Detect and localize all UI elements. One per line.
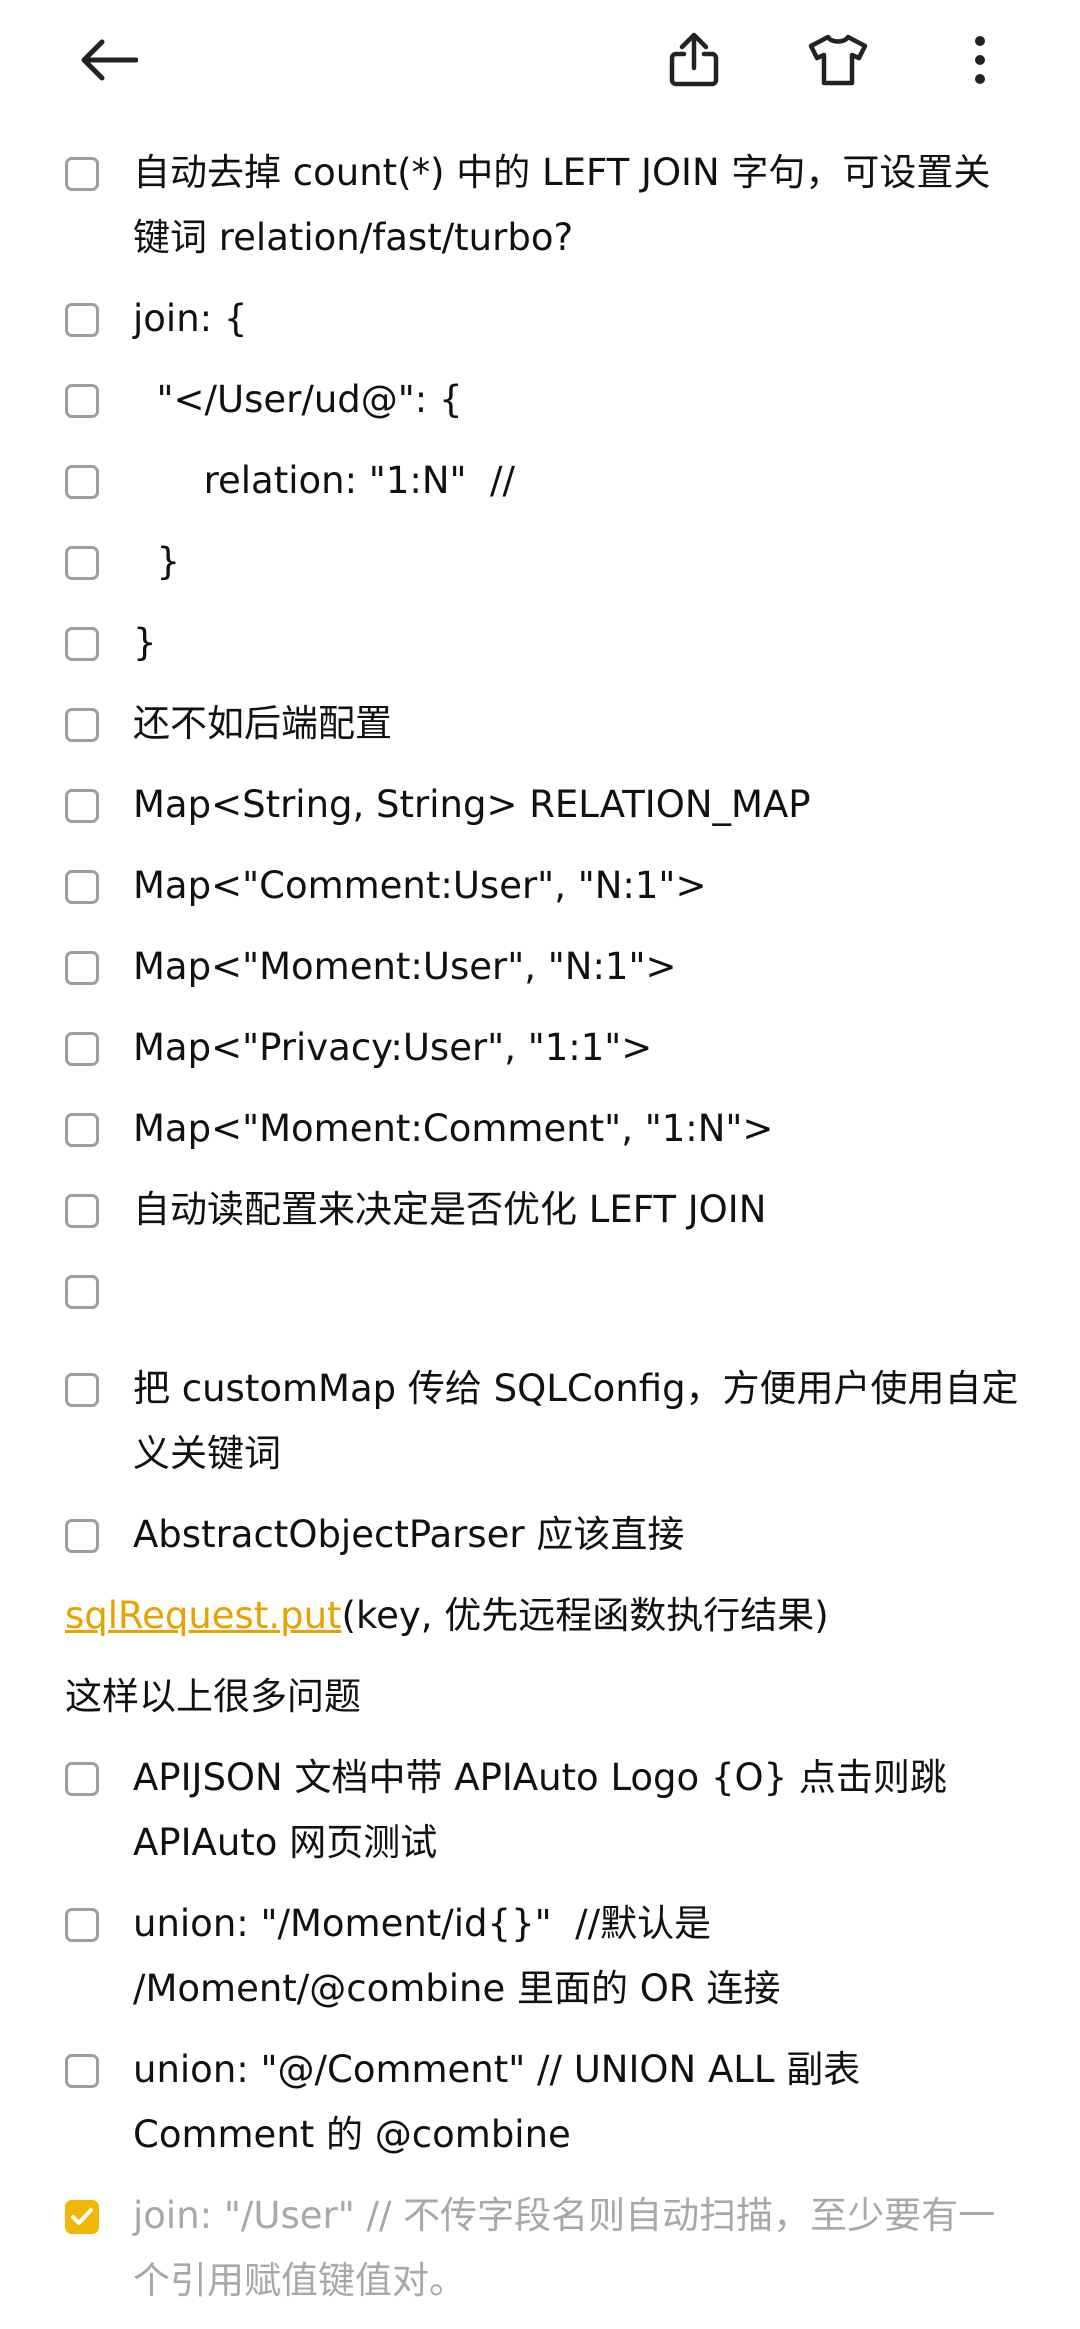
checklist-item-text[interactable]: union: "@/Comment" // UNION ALL 副表Commen… [133,2048,860,2156]
plain-text-rest: (key, 优先远程函数执行结果) [341,1594,829,1637]
checklist-item: Map<String, String> RELATION_MAP [0,772,1080,837]
checklist-item-text[interactable]: Map<String, String> RELATION_MAP [133,783,811,826]
checkbox[interactable] [65,951,99,985]
checklist-item-text[interactable]: } [133,540,181,583]
link-sqlrequest-put[interactable]: sqlRequest.put [65,1594,342,1637]
checklist-section-1: 自动去掉 count(*) 中的 LEFT JOIN 字句，可设置关键词 rel… [0,140,1080,1567]
checkbox[interactable] [65,546,99,580]
checklist-item: } [0,529,1080,594]
checklist-item-text[interactable]: Map<"Moment:User", "N:1"> [133,945,677,988]
checklist-item: "</User/ud@": { [0,367,1080,432]
checklist-item: Map<"Moment:Comment", "1:N"> [0,1096,1080,1161]
checkbox[interactable] [65,303,99,337]
checkbox[interactable] [65,1032,99,1066]
more-vertical-icon[interactable] [944,24,1016,96]
checklist-item: Map<"Moment:User", "N:1"> [0,934,1080,999]
checklist-item: 把 customMap 传给 SQLConfig，方便用户使用自定义关键词 [0,1356,1080,1486]
checklist-item: } [0,610,1080,675]
checkbox[interactable] [65,2054,99,2088]
checklist-item: Map<"Comment:User", "N:1"> [0,853,1080,918]
checkbox[interactable] [65,1194,99,1228]
checkbox[interactable] [65,627,99,661]
checklist-item-text[interactable]: 自动读配置来决定是否优化 LEFT JOIN [133,1188,766,1231]
checklist-item-text[interactable]: } [133,621,157,664]
checkbox[interactable] [65,1373,99,1407]
arrow-left-icon[interactable] [72,24,144,96]
checklist-item-text[interactable]: relation: "1:N" // [133,459,515,502]
checkbox[interactable] [65,384,99,418]
checkbox[interactable] [65,157,99,191]
checklist-item-text[interactable]: 还不如后端配置 [133,702,392,745]
checkbox[interactable] [65,1113,99,1147]
checkbox[interactable] [65,708,99,742]
top-toolbar [0,0,1080,120]
checklist-item-text[interactable]: Map<"Moment:Comment", "1:N"> [133,1107,773,1150]
checkbox[interactable] [65,1908,99,1942]
checklist-item: Map<"Privacy:User", "1:1"> [0,1015,1080,1080]
share-icon[interactable] [658,24,730,96]
checklist-item: union: "/Moment/id{}" //默认是 /Moment/@com… [0,1891,1080,2021]
checklist-item: join: "/User" // 不传字段名则自动扫描，至少要有一个引用赋值键值… [0,2183,1080,2313]
plain-text-line-2: 这样以上很多问题 [65,1675,361,1718]
checklist-item: 还不如后端配置 [0,691,1080,756]
checkbox[interactable] [65,1762,99,1796]
checklist-item-text[interactable]: union: "/Moment/id{}" //默认是 /Moment/@com… [133,1902,780,2010]
checklist-item: join: { [0,286,1080,351]
checklist-item: union: "@/Comment" // UNION ALL 副表Commen… [0,2037,1080,2167]
checklist-item-text[interactable]: join: { [133,297,247,340]
tshirt-icon[interactable] [802,24,874,96]
checklist-item-text[interactable]: 自动去掉 count(*) 中的 LEFT JOIN 字句，可设置关键词 rel… [133,151,990,259]
checkbox[interactable] [65,870,99,904]
checklist-item: 自动去掉 count(*) 中的 LEFT JOIN 字句，可设置关键词 rel… [0,140,1080,270]
checklist-section-2: APIJSON 文档中带 APIAuto Logo {O} 点击则跳APIAut… [0,1745,1080,2313]
checkmark-icon [71,2208,93,2225]
checklist-item: AbstractObjectParser 应该直接 [0,1502,1080,1567]
checklist-item-text[interactable]: AbstractObjectParser 应该直接 [133,1513,684,1556]
checkbox[interactable] [65,1519,99,1553]
checklist-item: 自动读配置来决定是否优化 LEFT JOIN [0,1177,1080,1242]
checklist-item [0,1258,1080,1323]
checklist-item-text[interactable]: Map<"Comment:User", "N:1"> [133,864,706,907]
checklist-item: APIJSON 文档中带 APIAuto Logo {O} 点击则跳APIAut… [0,1745,1080,1875]
checklist-item-text[interactable]: APIJSON 文档中带 APIAuto Logo {O} 点击则跳APIAut… [133,1756,947,1864]
checklist-item-text[interactable]: "</User/ud@": { [133,378,463,421]
checklist-item-text[interactable]: 把 customMap 传给 SQLConfig，方便用户使用自定义关键词 [133,1367,1019,1475]
checklist-item: relation: "1:N" // [0,448,1080,513]
checklist-item-text[interactable]: join: "/User" // 不传字段名则自动扫描，至少要有一个引用赋值键值… [133,2194,995,2302]
note-content: 自动去掉 count(*) 中的 LEFT JOIN 字句，可设置关键词 rel… [0,140,1080,2329]
checkbox[interactable] [65,789,99,823]
checkbox-checked[interactable] [65,2200,99,2234]
checkbox[interactable] [65,1275,99,1309]
plain-text-line: sqlRequest.put(key, 优先远程函数执行结果) [0,1583,1080,1648]
checkbox[interactable] [65,465,99,499]
checklist-item-text[interactable]: Map<"Privacy:User", "1:1"> [133,1026,652,1069]
